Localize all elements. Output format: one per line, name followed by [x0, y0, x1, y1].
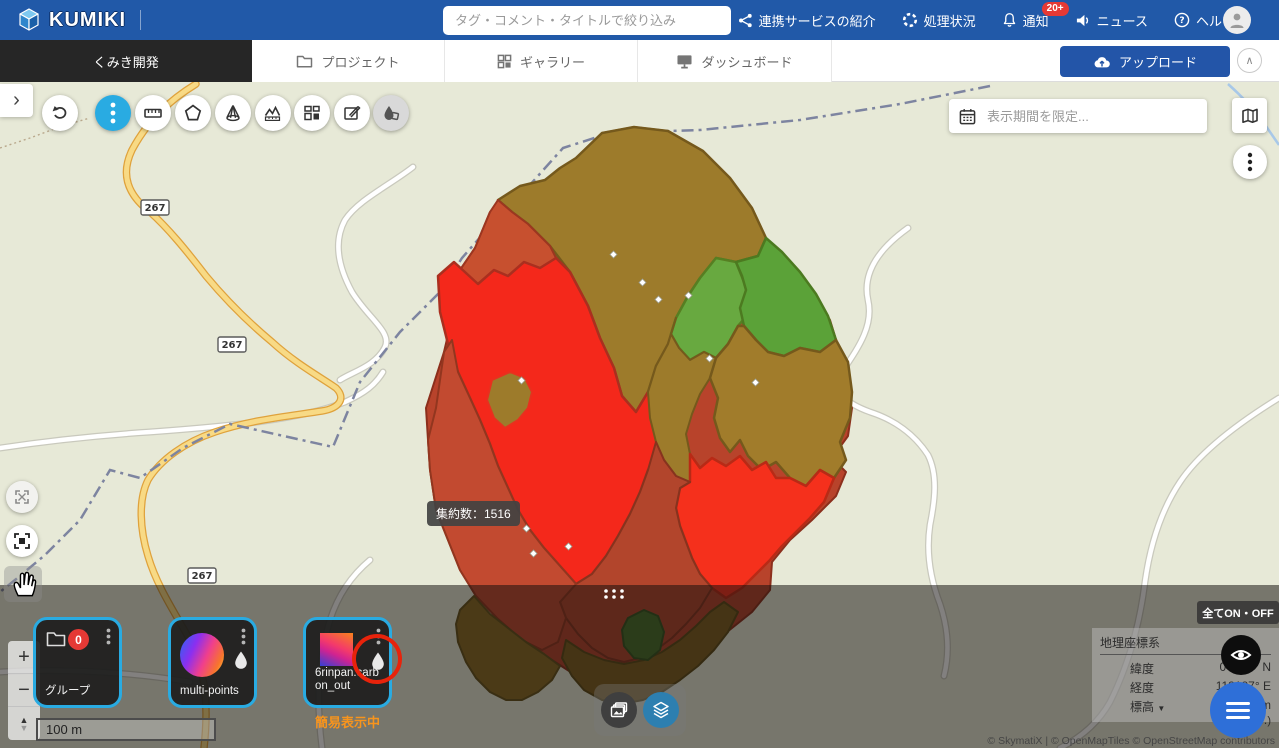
cluster-tooltip: 集約数：1516	[427, 501, 520, 526]
date-filter-input[interactable]	[985, 108, 1197, 125]
road-shield-label: 267	[192, 571, 213, 582]
longitude-label: 経度	[1130, 679, 1154, 696]
tab-gallery[interactable]: ギャラリー	[445, 40, 638, 82]
latitude-label: 緯度	[1130, 660, 1154, 677]
map-menu-button[interactable]	[1233, 145, 1267, 179]
chevron-down-icon: ▼	[1157, 704, 1165, 713]
person-icon	[1227, 10, 1247, 30]
blend-button	[373, 95, 409, 131]
app-header: KUMIKI 連携サービスの紹介 処理状況	[0, 0, 1279, 40]
cloud-upload-icon	[1093, 55, 1111, 69]
layout-grid-icon	[302, 103, 322, 123]
tool-menu-button[interactable]	[95, 95, 131, 131]
undo-button[interactable]	[42, 95, 78, 131]
road-shield-label: 267	[222, 340, 243, 351]
pentagon-icon	[183, 103, 203, 123]
global-search-input[interactable]	[443, 6, 731, 35]
brand[interactable]: KUMIKI	[16, 7, 126, 33]
chevron-up-icon: ∧	[1245, 54, 1253, 67]
undo-icon	[50, 103, 70, 123]
edit-button[interactable]	[334, 95, 370, 131]
kebab-icon	[110, 102, 116, 124]
edit-icon	[342, 103, 362, 123]
visibility-toggle-button[interactable]	[1221, 635, 1261, 675]
grab-cursor-icon	[11, 570, 37, 600]
panel-drag-handle[interactable]	[602, 587, 628, 601]
toggle-all-label: 全てON・OFF	[1197, 601, 1279, 624]
expand-arrows-icon	[13, 488, 31, 506]
sidebar-expand-button[interactable]: ›	[0, 84, 33, 117]
help-icon: ?	[1174, 12, 1190, 28]
layer-card-multi-points[interactable]: multi-points	[168, 617, 257, 708]
calendar-icon	[959, 108, 976, 125]
brand-name: KUMIKI	[49, 9, 126, 32]
cone-icon	[223, 103, 243, 123]
bell-icon	[1002, 12, 1017, 28]
group-count-badge: 0	[68, 629, 89, 650]
chevron-right-icon: ›	[13, 89, 20, 112]
tab-dashboard[interactable]: ダッシュボード	[638, 40, 832, 82]
measure-volume-button[interactable]	[215, 95, 251, 131]
gallery-view-button[interactable]	[601, 692, 637, 728]
monitor-icon	[676, 54, 693, 69]
layer-card-label: multi-points	[180, 685, 248, 698]
measure-area-button[interactable]	[175, 95, 211, 131]
kumiki-logo-icon	[16, 7, 42, 33]
layer-card-group[interactable]: 0 グループ	[33, 617, 122, 708]
card-menu-icon[interactable]	[241, 628, 246, 645]
header-menu: 連携サービスの紹介 処理状況 通知 20+	[738, 0, 1235, 40]
menu-item-notifications[interactable]: 通知 20+	[1002, 11, 1049, 30]
road-shield-label: 267	[145, 203, 166, 214]
hamburger-icon	[1226, 702, 1250, 705]
header-divider	[140, 10, 141, 30]
pitch-down-icon: ▼	[20, 724, 29, 732]
focus-selection-button[interactable]	[6, 525, 38, 557]
share-icon	[738, 13, 753, 28]
speaker-icon	[1075, 13, 1091, 28]
layers-view-button[interactable]	[643, 692, 679, 728]
layer-thumbnail	[180, 633, 224, 677]
layer-card-label: グループ	[45, 685, 113, 698]
kebab-icon	[1247, 152, 1253, 172]
app: 267 267 267 ›	[0, 0, 1279, 748]
notification-badge: 20+	[1042, 2, 1069, 16]
nav-collapse-button[interactable]: ∧	[1237, 48, 1262, 73]
view-mode-pill	[594, 684, 686, 736]
blend-icon	[381, 103, 401, 123]
terrain-profile-icon	[263, 103, 283, 123]
tab-projects[interactable]: プロジェクト	[252, 40, 445, 82]
basemap-button[interactable]	[1232, 98, 1267, 133]
date-filter	[949, 99, 1207, 133]
folder-icon	[296, 54, 313, 68]
grid-icon	[497, 54, 512, 69]
elevation-label[interactable]: 標高 ▼	[1130, 698, 1165, 715]
measure-distance-button[interactable]	[135, 95, 171, 131]
folder-icon	[46, 630, 66, 647]
card-menu-icon[interactable]	[106, 628, 111, 645]
layer-menu-button[interactable]	[1210, 682, 1266, 738]
menu-item-services[interactable]: 連携サービスの紹介	[738, 11, 876, 30]
menu-item-status[interactable]: 処理状況	[902, 11, 976, 30]
scale-bar: 100 m	[36, 718, 216, 741]
spinner-icon	[902, 12, 918, 28]
layers-icon	[650, 699, 672, 721]
ruler-icon	[143, 103, 163, 123]
map-icon	[1240, 106, 1260, 126]
eye-icon	[1229, 643, 1253, 667]
upload-button[interactable]: アップロード	[1060, 46, 1230, 77]
layout-compare-button[interactable]	[294, 95, 330, 131]
layer-thumbnail	[320, 633, 353, 666]
elevation-profile-button[interactable]	[255, 95, 291, 131]
menu-item-news[interactable]: ニュース	[1075, 11, 1148, 30]
focus-icon	[13, 532, 31, 550]
user-avatar[interactable]	[1223, 6, 1251, 34]
tab-kumiki-dev[interactable]: くみき開発	[0, 40, 252, 82]
main-nav: くみき開発 プロジェクト ギャラリー ダッシュボード	[0, 40, 1279, 82]
photos-stack-icon	[609, 700, 629, 720]
opacity-drop-icon[interactable]	[233, 650, 249, 670]
svg-text:?: ?	[1179, 16, 1184, 26]
simple-display-status: 簡易表示中	[303, 712, 392, 731]
fit-bounds-button[interactable]	[6, 481, 38, 513]
